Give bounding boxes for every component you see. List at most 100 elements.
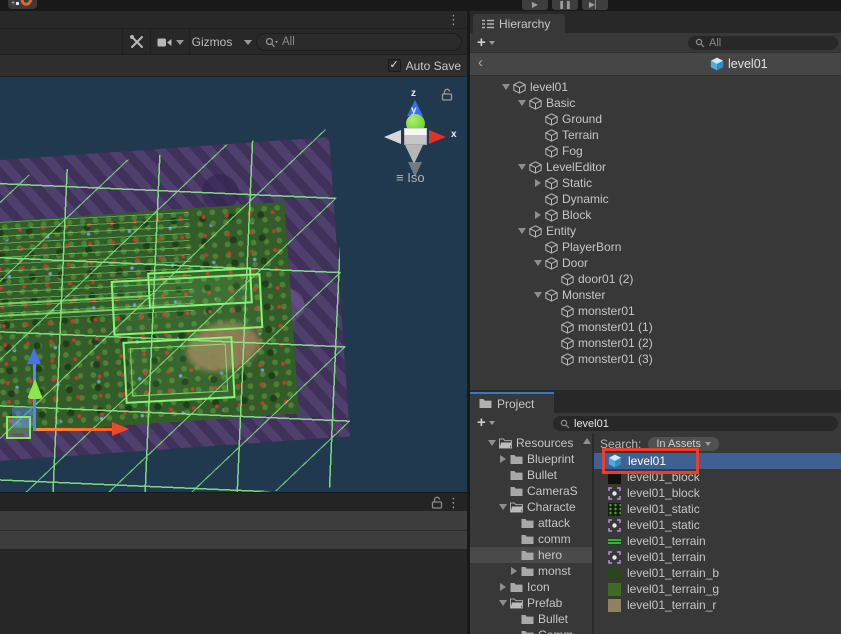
hierarchy-item[interactable]: Block bbox=[470, 207, 841, 223]
search-result-item[interactable]: level01_terrain_g bbox=[594, 581, 841, 597]
foldout-arrow[interactable] bbox=[532, 290, 543, 300]
project-folder-item[interactable]: hero bbox=[470, 547, 592, 563]
foldout-arrow bbox=[548, 322, 559, 332]
foldout-arrow[interactable] bbox=[532, 178, 543, 188]
scene-viewport[interactable]: z y x ≡ Iso bbox=[0, 77, 467, 492]
scene-tools-button[interactable] bbox=[122, 29, 150, 55]
axis-gizmo-cube[interactable] bbox=[404, 128, 427, 145]
scene-kebab-menu-icon[interactable]: ⋮ bbox=[447, 12, 460, 28]
move-gizmo-z-arrow[interactable] bbox=[27, 348, 41, 364]
step-button[interactable]: ▶▏ bbox=[582, 0, 608, 10]
axis-x-cone[interactable] bbox=[429, 130, 446, 144]
chevron-down-icon bbox=[176, 40, 184, 45]
collab-orange-icon bbox=[18, 0, 34, 8]
hierarchy-item-label: Monster bbox=[560, 288, 605, 302]
hierarchy-item[interactable]: PlayerBorn bbox=[470, 239, 841, 255]
project-add-button[interactable]: + bbox=[477, 413, 495, 432]
foldout-arrow[interactable] bbox=[497, 502, 508, 512]
breadcrumb-current-prefab[interactable]: level01 bbox=[710, 53, 768, 75]
hierarchy-search-input[interactable] bbox=[709, 37, 831, 49]
hierarchy-item[interactable]: door01 (2) bbox=[470, 271, 841, 287]
foldout-arrow[interactable] bbox=[508, 566, 519, 576]
foldout-arrow[interactable] bbox=[486, 438, 497, 448]
hierarchy-item[interactable]: monster01 (3) bbox=[470, 351, 841, 367]
project-search-field[interactable] bbox=[553, 416, 838, 431]
project-folder-item[interactable]: Bullet bbox=[470, 611, 592, 627]
tab-hierarchy[interactable]: Hierarchy bbox=[473, 14, 565, 33]
project-search-input[interactable] bbox=[574, 418, 831, 430]
foldout-arrow[interactable] bbox=[516, 162, 527, 172]
project-folder-item[interactable]: Resources bbox=[470, 435, 592, 451]
project-folder-item[interactable]: Bullet bbox=[470, 467, 592, 483]
project-folder-item[interactable]: Characte bbox=[470, 499, 592, 515]
search-result-item[interactable]: level01_terrain bbox=[594, 533, 841, 549]
hierarchy-item-label: Ground bbox=[560, 112, 602, 126]
hierarchy-item[interactable]: Door bbox=[470, 255, 841, 271]
search-result-item[interactable]: level01_static bbox=[594, 501, 841, 517]
foldout-arrow[interactable] bbox=[500, 82, 511, 92]
hierarchy-item[interactable]: Static bbox=[470, 175, 841, 191]
project-folder-item[interactable]: comm bbox=[470, 531, 592, 547]
hierarchy-item[interactable]: Terrain bbox=[470, 127, 841, 143]
project-folder-item[interactable]: Comm bbox=[470, 627, 592, 634]
bottom-kebab-menu-icon[interactable]: ⋮ bbox=[447, 495, 460, 511]
project-folder-item[interactable]: monst bbox=[470, 563, 592, 579]
hierarchy-item[interactable]: level01 bbox=[470, 79, 841, 95]
folder-icon bbox=[521, 534, 534, 545]
hierarchy-item[interactable]: Basic bbox=[470, 95, 841, 111]
scroll-up-arrow-icon[interactable] bbox=[583, 438, 591, 444]
pause-button[interactable]: ❚❚ bbox=[552, 0, 578, 10]
project-folder-item[interactable]: CameraS bbox=[470, 483, 592, 499]
folder-label: Bullet bbox=[536, 612, 568, 626]
search-result-item[interactable]: level01_static bbox=[594, 517, 841, 533]
gizmos-dropdown[interactable]: Gizmos bbox=[192, 29, 252, 55]
move-gizmo-plane-handle-green[interactable] bbox=[6, 416, 31, 439]
hierarchy-item[interactable]: Monster bbox=[470, 287, 841, 303]
hierarchy-search-field[interactable] bbox=[688, 36, 838, 50]
foldout-arrow[interactable] bbox=[497, 454, 508, 464]
viewport-lock-icon[interactable] bbox=[441, 88, 453, 101]
move-gizmo-y-cone[interactable] bbox=[27, 379, 43, 399]
hierarchy-item[interactable]: LevelEditor bbox=[470, 159, 841, 175]
lock-icon[interactable] bbox=[431, 496, 443, 509]
scene-camera-button[interactable] bbox=[150, 29, 190, 55]
hierarchy-item[interactable]: monster01 (1) bbox=[470, 319, 841, 335]
project-folder-item[interactable]: Blueprint bbox=[470, 451, 592, 467]
hierarchy-item[interactable]: monster01 (2) bbox=[470, 335, 841, 351]
foldout-arrow[interactable] bbox=[532, 210, 543, 220]
autosave-checkbox[interactable]: ✓ bbox=[388, 59, 401, 72]
search-result-item[interactable]: level01_terrain_r bbox=[594, 597, 841, 613]
unity-editor-window: +. ▶ ❚❚ ▶▏ ⋮ Gizmos bbox=[0, 0, 841, 634]
project-folder-item[interactable]: Prefab bbox=[470, 595, 592, 611]
foldout-arrow[interactable] bbox=[516, 226, 527, 236]
scene-search-field[interactable] bbox=[256, 33, 462, 51]
search-result-item[interactable]: level01_block bbox=[594, 485, 841, 501]
tab-project[interactable]: Project bbox=[470, 392, 554, 413]
move-gizmo-x-axis[interactable] bbox=[36, 428, 116, 431]
search-result-item[interactable]: level01_terrain bbox=[594, 549, 841, 565]
hierarchy-add-button[interactable]: + bbox=[477, 33, 495, 52]
back-chevron-icon[interactable]: ‹ bbox=[478, 54, 483, 71]
foldout-arrow[interactable] bbox=[497, 598, 508, 608]
hierarchy-item[interactable]: monster01 bbox=[470, 303, 841, 319]
chevron-down-icon bbox=[489, 421, 495, 425]
search-result-item[interactable]: level01_terrain_b bbox=[594, 565, 841, 581]
project-folder-item[interactable]: Icon bbox=[470, 579, 592, 595]
hierarchy-item[interactable]: Ground bbox=[470, 111, 841, 127]
foldout-arrow[interactable] bbox=[516, 98, 527, 108]
project-folder-item[interactable]: attack bbox=[470, 515, 592, 531]
axis-minus-x-cone[interactable] bbox=[384, 130, 401, 144]
hierarchy-item[interactable]: Entity bbox=[470, 223, 841, 239]
folder-icon bbox=[521, 518, 534, 529]
foldout-arrow[interactable] bbox=[497, 582, 508, 592]
scene-search-input[interactable] bbox=[282, 36, 453, 48]
play-button[interactable]: ▶ bbox=[522, 0, 548, 10]
collab-button[interactable]: +. bbox=[8, 0, 37, 9]
hierarchy-item-label: monster01 bbox=[576, 304, 635, 318]
foldout-arrow[interactable] bbox=[532, 258, 543, 268]
hierarchy-item[interactable]: Dynamic bbox=[470, 191, 841, 207]
move-gizmo-x-arrow[interactable] bbox=[112, 422, 129, 436]
search-result-label: level01_static bbox=[625, 518, 700, 532]
projection-mode-label[interactable]: ≡ Iso bbox=[396, 170, 425, 185]
hierarchy-item[interactable]: Fog bbox=[470, 143, 841, 159]
